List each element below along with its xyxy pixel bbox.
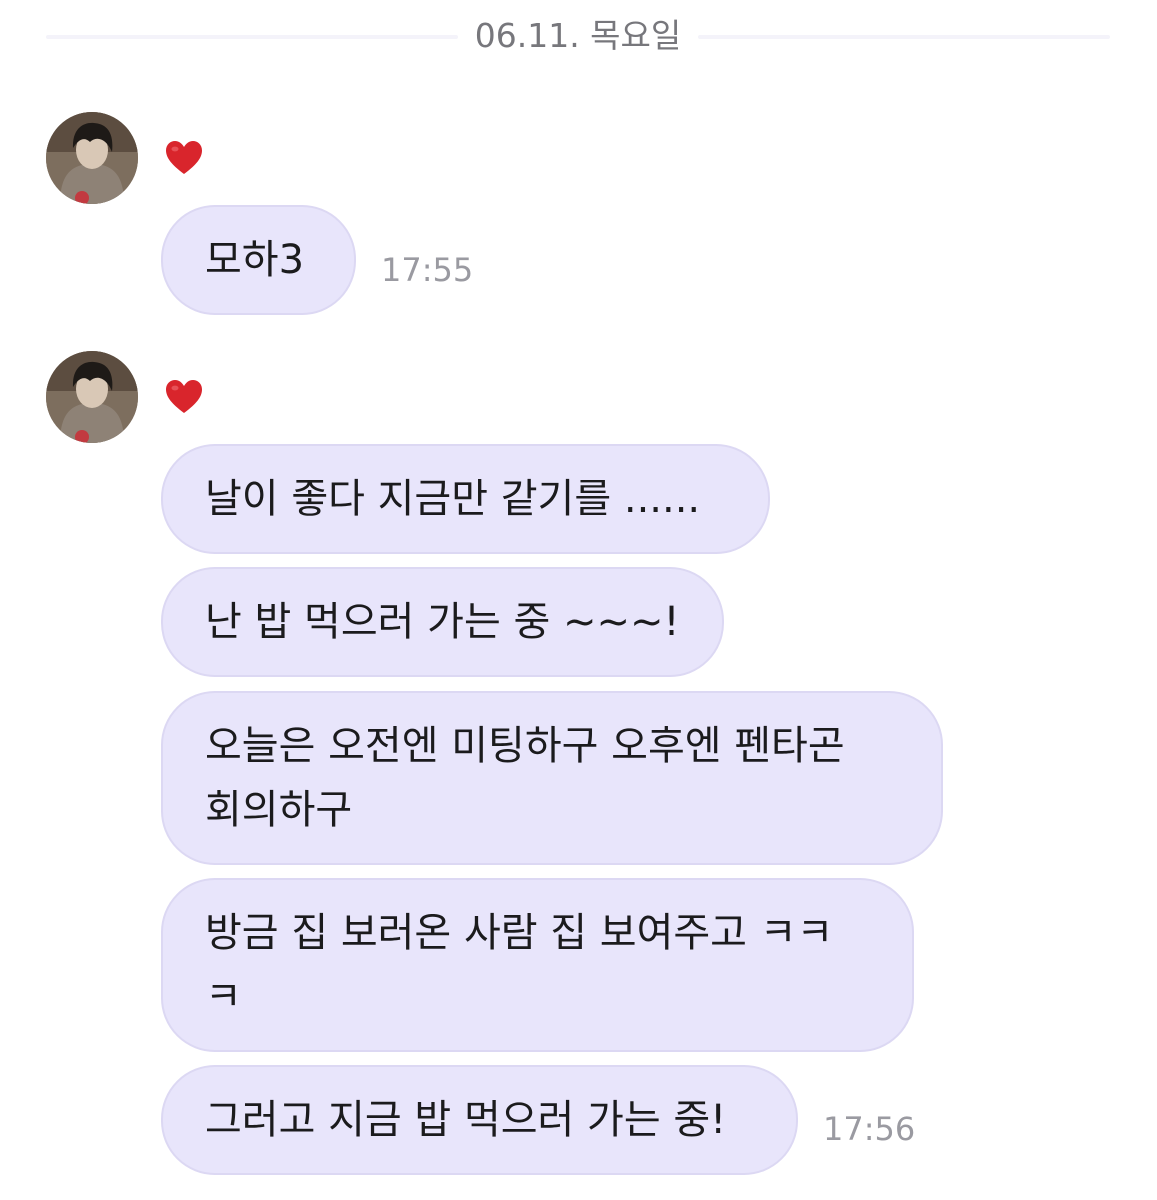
heart-icon xyxy=(166,141,202,174)
message-bubble[interactable]: 그러고 지금 밥 먹으러 가는 중! xyxy=(161,1065,798,1175)
date-divider: 06.11. 목요일 xyxy=(46,14,1110,58)
avatar[interactable] xyxy=(46,351,138,443)
divider-line-right xyxy=(698,35,1110,39)
message-bubble[interactable]: 날이 좋다 지금만 같기를 ...... xyxy=(161,444,770,554)
avatar-photo xyxy=(46,351,138,443)
message-bubble[interactable]: 난 밥 먹으러 가는 중 ~~~! xyxy=(161,567,724,677)
avatar[interactable] xyxy=(46,112,138,204)
message-bubble[interactable]: 방금 집 보러온 사람 집 보여주고 ㅋㅋ ㅋ xyxy=(161,878,914,1052)
message-timestamp: 17:56 xyxy=(823,1110,916,1148)
message-bubble[interactable]: 오늘은 오전엔 미팅하구 오후엔 펜타곤 회의하구 xyxy=(161,691,943,865)
avatar-photo xyxy=(46,112,138,204)
message-timestamp: 17:55 xyxy=(381,251,474,289)
heart-icon xyxy=(166,380,202,413)
message-bubble[interactable]: 모하3 xyxy=(161,205,356,315)
